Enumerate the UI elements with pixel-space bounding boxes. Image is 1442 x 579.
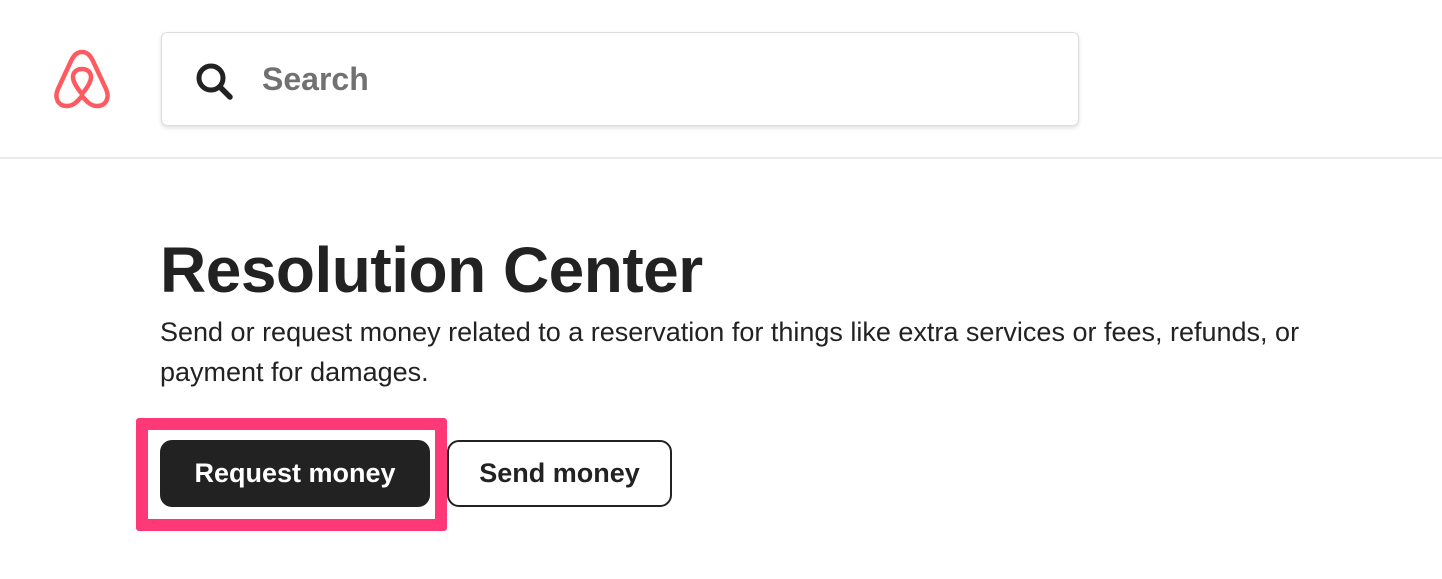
search-icon: [194, 61, 234, 101]
send-money-button[interactable]: Send money: [447, 440, 672, 507]
request-money-button[interactable]: Request money: [160, 440, 430, 507]
airbnb-logo-icon[interactable]: [50, 46, 114, 112]
page-title: Resolution Center: [160, 234, 703, 306]
top-header: [0, 0, 1442, 159]
page-description: Send or request money related to a reser…: [160, 317, 1300, 387]
search-box[interactable]: [161, 32, 1079, 126]
search-input[interactable]: [262, 55, 1042, 103]
